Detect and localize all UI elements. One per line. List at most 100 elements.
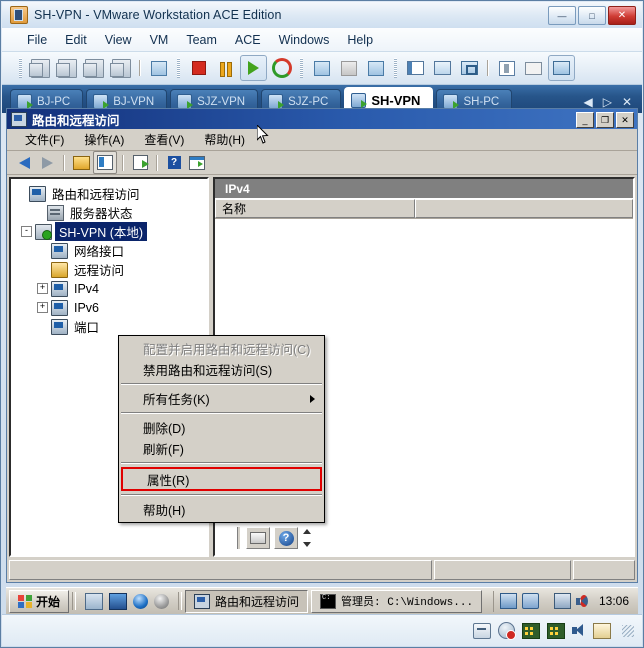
- tree-expander-expand[interactable]: +: [37, 302, 48, 313]
- help-round-icon[interactable]: ?: [274, 527, 298, 549]
- ie-gray-icon[interactable]: [154, 593, 170, 609]
- network-status-icon[interactable]: [553, 593, 571, 609]
- ipv6-icon: [51, 299, 68, 316]
- start-label: 开始: [36, 594, 61, 609]
- mmc-restore-button[interactable]: ❐: [596, 112, 614, 128]
- toolbar-grip-4[interactable]: [394, 58, 397, 78]
- command-prompt-icon: [320, 593, 337, 609]
- play-icon[interactable]: [240, 55, 267, 81]
- floppy-drive-icon[interactable]: [473, 622, 491, 639]
- mmc-menu-view[interactable]: 查看(V): [134, 129, 194, 150]
- hard-disk-icon[interactable]: [498, 622, 516, 640]
- tree-expander-expand[interactable]: +: [37, 283, 48, 294]
- taskbar-button-routing[interactable]: 路由和远程访问: [185, 589, 309, 613]
- network-share-icon[interactable]: [499, 593, 517, 609]
- menu-disable-routing[interactable]: 禁用路由和远程访问(S): [119, 359, 324, 380]
- menu-help[interactable]: Help: [338, 31, 382, 49]
- mmc-menu-bar: 文件(F) 操作(A) 查看(V) 帮助(H): [7, 129, 637, 151]
- menu-file[interactable]: File: [18, 31, 56, 49]
- minimize-button[interactable]: —: [548, 6, 576, 25]
- tree-item-ports[interactable]: 端口: [17, 317, 207, 336]
- column-header-name[interactable]: 名称: [215, 199, 415, 218]
- power-off-icon[interactable]: [28, 56, 53, 80]
- mmc-menu-file[interactable]: 文件(F): [15, 129, 74, 150]
- stop-icon[interactable]: [186, 56, 211, 80]
- resize-grip[interactable]: [622, 624, 634, 637]
- usb-icon[interactable]: [109, 56, 134, 80]
- tree-item-ipv6[interactable]: + IPv6: [17, 298, 207, 317]
- ports-icon: [51, 318, 68, 335]
- multiple-windows-icon[interactable]: [548, 55, 575, 81]
- desktop-icon[interactable]: [109, 592, 128, 610]
- tree-expander-collapse[interactable]: -: [21, 226, 32, 237]
- show-hide-tree-icon[interactable]: [93, 151, 117, 174]
- tree-item-server-status[interactable]: 服务器状态: [17, 203, 207, 222]
- menu-view[interactable]: View: [96, 31, 141, 49]
- network-connections-icon[interactable]: [521, 593, 539, 609]
- up-folder-icon[interactable]: [70, 152, 92, 173]
- menu-properties[interactable]: 属性(R): [121, 467, 322, 491]
- menu-edit[interactable]: Edit: [56, 31, 96, 49]
- revert-icon[interactable]: [269, 56, 294, 80]
- start-button[interactable]: 开始: [9, 589, 70, 613]
- network-adapter-2-icon[interactable]: [547, 622, 565, 639]
- vm-tab-label: SJZ-VPN: [197, 95, 246, 108]
- pause-icon[interactable]: [213, 56, 238, 80]
- spinner-icon[interactable]: [302, 529, 311, 547]
- tree-item-label: 路由和远程访问: [52, 188, 140, 202]
- help-icon[interactable]: ?: [163, 152, 185, 173]
- tree-item-remote-access[interactable]: 远程访问: [17, 260, 207, 279]
- toolbar-grip-3[interactable]: [300, 58, 303, 78]
- take-snapshot-icon[interactable]: [309, 56, 334, 80]
- menu-delete[interactable]: 删除(D): [119, 417, 324, 438]
- sound-icon[interactable]: [572, 624, 586, 637]
- mmc-minimize-button[interactable]: _: [576, 112, 594, 128]
- vm-tab-label: SH-PC: [463, 95, 500, 108]
- reset-icon[interactable]: [82, 56, 107, 80]
- menu-refresh[interactable]: 刷新(F): [119, 438, 324, 459]
- toolbar-grip[interactable]: [19, 58, 22, 78]
- context-menu-separator-2: [121, 412, 322, 414]
- internet-explorer-icon[interactable]: [133, 593, 149, 609]
- tab-scroll-right-icon[interactable]: ▷: [603, 95, 612, 109]
- fit-guest-icon[interactable]: [430, 56, 455, 80]
- tree-item-network-interface[interactable]: 网络接口: [17, 241, 207, 260]
- tab-close-icon[interactable]: ✕: [622, 95, 632, 109]
- summary-icon[interactable]: [521, 56, 546, 80]
- menu-ace[interactable]: ACE: [226, 31, 270, 49]
- tab-scroll-left-icon[interactable]: ◀: [583, 95, 592, 109]
- column-header-blank[interactable]: [415, 199, 633, 218]
- full-screen-exit-icon[interactable]: [146, 56, 171, 80]
- taskbar-clock[interactable]: 13:06: [595, 594, 629, 608]
- suspend-stack-icon[interactable]: [55, 56, 80, 80]
- mmc-menu-help[interactable]: 帮助(H): [194, 129, 255, 150]
- export-list-icon[interactable]: [129, 152, 151, 173]
- menu-help[interactable]: 帮助(H): [119, 499, 324, 520]
- menu-all-tasks[interactable]: 所有任务(K): [119, 388, 324, 409]
- forward-arrow-icon[interactable]: [36, 152, 58, 173]
- snapshot-manager-icon[interactable]: [363, 56, 388, 80]
- toolbar-grip-2[interactable]: [177, 58, 180, 78]
- menu-team[interactable]: Team: [177, 31, 226, 49]
- mmc-menu-action[interactable]: 操作(A): [74, 129, 134, 150]
- show-action-pane-icon[interactable]: [186, 152, 208, 173]
- network-adapter-1-icon[interactable]: [522, 622, 540, 639]
- volume-muted-icon[interactable]: [575, 594, 590, 608]
- tree-item-ipv4[interactable]: + IPv4: [17, 279, 207, 298]
- maximize-button[interactable]: □: [578, 6, 606, 25]
- settings-icon[interactable]: [494, 56, 519, 80]
- show-desktop-icon[interactable]: [85, 592, 104, 610]
- menu-vm[interactable]: VM: [141, 31, 178, 49]
- tree-item-sh-vpn[interactable]: - SH-VPN (本地): [17, 222, 207, 241]
- back-arrow-icon[interactable]: [13, 152, 35, 173]
- printer-icon[interactable]: [593, 622, 611, 639]
- close-button[interactable]: ✕: [608, 6, 636, 25]
- show-sidebar-icon[interactable]: [403, 56, 428, 80]
- mmc-close-button[interactable]: ✕: [616, 112, 634, 128]
- menu-windows[interactable]: Windows: [270, 31, 339, 49]
- revert-snapshot-icon[interactable]: [336, 56, 361, 80]
- taskbar-button-cmd[interactable]: 管理员: C:\Windows...: [311, 589, 483, 613]
- unity-icon[interactable]: [457, 56, 482, 80]
- keyboard-icon[interactable]: [246, 527, 270, 549]
- tree-item-routing-and-remote-access[interactable]: 路由和远程访问: [17, 184, 207, 203]
